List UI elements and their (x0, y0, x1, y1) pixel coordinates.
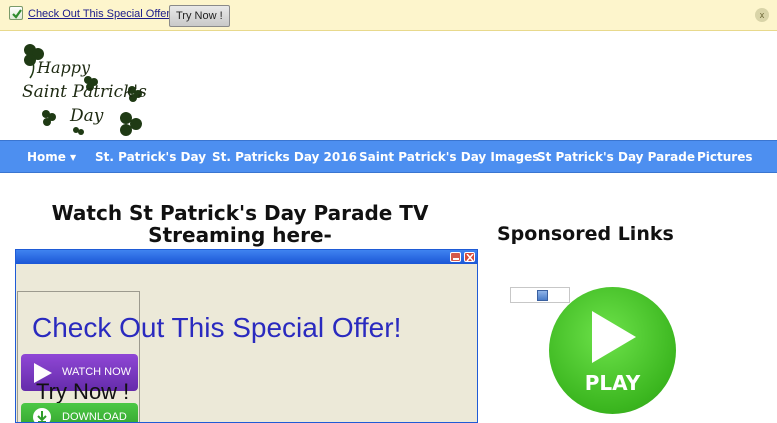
download-label: DOWNLOAD (62, 411, 127, 423)
play-button[interactable]: PLAY (549, 287, 676, 414)
watch-now-label: WATCH NOW (62, 366, 132, 378)
close-icon[interactable]: x (755, 8, 769, 22)
nav-item-st-patricks-day-2016[interactable]: St. Patricks Day 2016 (212, 141, 357, 174)
play-icon (592, 311, 636, 363)
close-icon[interactable] (464, 252, 475, 262)
nav-item-home[interactable]: Home ▼ (27, 141, 76, 174)
nav-item-pictures[interactable]: Pictures (697, 141, 753, 174)
popup-window: Check Out This Special Offer! WATCH NOW … (15, 249, 478, 423)
broken-image-icon (537, 290, 548, 301)
nav-item-parade[interactable]: St Patrick's Day Parade (537, 141, 695, 174)
popup-try-now[interactable]: Try Now ! (36, 379, 129, 405)
nav-item-label: Home (27, 150, 66, 164)
checkbox-icon (9, 6, 23, 20)
logo-line-1: Happy (37, 58, 91, 77)
chevron-down-icon: ▼ (69, 153, 77, 162)
logo-line-2: Saint Patrick's (22, 82, 147, 102)
popup-titlebar[interactable] (16, 250, 477, 264)
minimize-icon[interactable] (450, 252, 461, 262)
popup-headline[interactable]: Check Out This Special Offer! (32, 312, 401, 344)
download-icon (33, 408, 51, 422)
sponsored-links-heading: Sponsored Links (497, 223, 674, 245)
page-title: Watch St Patrick's Day Parade TV Streami… (51, 201, 429, 247)
nav-item-images[interactable]: Saint Patrick's Day Images (359, 141, 539, 174)
download-button[interactable]: DOWNLOAD (21, 403, 138, 423)
ad-placeholder[interactable] (510, 287, 570, 303)
try-now-button[interactable]: Try Now ! (169, 5, 230, 27)
special-offer-link[interactable]: Check Out This Special Offer! (28, 8, 173, 20)
nav-item-st-patricks-day[interactable]: St. Patrick's Day (95, 141, 206, 174)
notification-bar: Check Out This Special Offer! Try Now ! … (0, 0, 777, 31)
main-nav: Home ▼ St. Patrick's Day St. Patricks Day… (0, 140, 777, 173)
play-label: PLAY (584, 371, 641, 395)
site-logo[interactable]: Happy Saint Patrick's Day (16, 42, 152, 138)
logo-line-3: Day (70, 106, 104, 126)
